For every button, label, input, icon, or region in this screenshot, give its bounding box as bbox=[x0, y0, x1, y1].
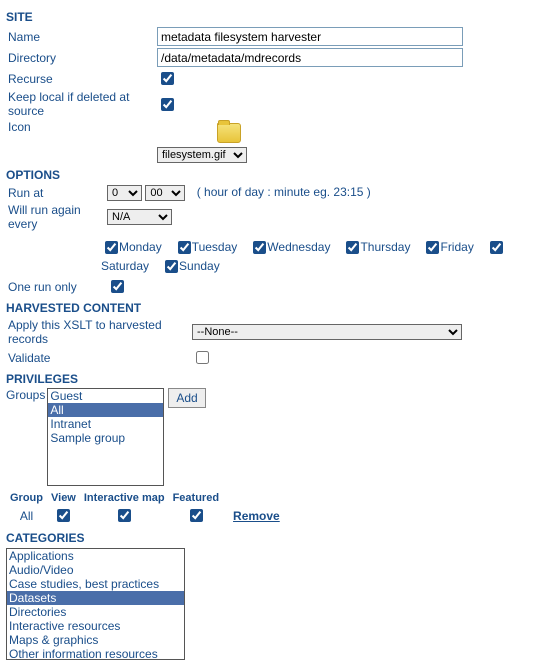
run-at-label: Run at bbox=[6, 184, 105, 202]
run-at-minute-select[interactable]: 00 bbox=[145, 185, 185, 201]
col-group: Group bbox=[6, 492, 47, 504]
list-item[interactable]: Maps & graphics bbox=[7, 633, 184, 647]
xslt-label: Apply this XSLT to harvested records bbox=[6, 317, 190, 347]
col-interactive: Interactive map bbox=[80, 492, 169, 504]
validate-checkbox[interactable] bbox=[196, 351, 209, 364]
validate-label: Validate bbox=[6, 347, 190, 368]
name-input[interactable] bbox=[157, 27, 463, 46]
day-monday-checkbox[interactable] bbox=[105, 241, 118, 254]
list-item[interactable]: Intranet bbox=[48, 417, 163, 431]
day-friday: Friday bbox=[422, 240, 473, 254]
folder-icon bbox=[217, 123, 241, 143]
remove-link[interactable]: Remove bbox=[233, 509, 280, 523]
list-item[interactable]: Interactive resources bbox=[7, 619, 184, 633]
list-item[interactable]: Datasets bbox=[7, 591, 184, 605]
col-featured: Featured bbox=[169, 492, 223, 504]
section-categories-header: CATEGORIES bbox=[6, 531, 552, 545]
list-item[interactable]: All bbox=[48, 403, 163, 417]
will-run-select[interactable]: N/A bbox=[107, 209, 172, 225]
icon-select[interactable]: filesystem.gif bbox=[157, 147, 247, 163]
recurse-label: Recurse bbox=[6, 68, 155, 89]
list-item[interactable]: Directories bbox=[7, 605, 184, 619]
categories-listbox[interactable]: ApplicationsAudio/VideoCase studies, bes… bbox=[6, 548, 185, 660]
site-form: Name Directory Recurse Keep local if del… bbox=[6, 26, 552, 164]
recurse-checkbox[interactable] bbox=[161, 72, 174, 85]
section-options-header: OPTIONS bbox=[6, 168, 552, 182]
section-site-header: SITE bbox=[6, 10, 552, 24]
one-run-label: One run only bbox=[6, 276, 105, 297]
run-at-hour-select[interactable]: 0 bbox=[107, 185, 142, 201]
name-label: Name bbox=[6, 26, 155, 47]
priv-featured-checkbox[interactable] bbox=[190, 509, 203, 522]
day-sunday-checkbox[interactable] bbox=[165, 260, 178, 273]
add-button[interactable]: Add bbox=[168, 388, 205, 408]
options-form: Run at 0 00 ( hour of day : minute eg. 2… bbox=[6, 184, 552, 232]
groups-listbox[interactable]: GuestAllIntranetSample group bbox=[47, 388, 164, 486]
icon-label: Icon bbox=[6, 119, 155, 164]
xslt-select[interactable]: --None-- bbox=[192, 324, 462, 340]
list-item[interactable]: Case studies, best practices bbox=[7, 577, 184, 591]
day-friday-checkbox[interactable] bbox=[426, 241, 439, 254]
keep-local-checkbox[interactable] bbox=[161, 98, 174, 111]
section-privileges-header: PRIVILEGES bbox=[6, 372, 552, 386]
day-tuesday-checkbox[interactable] bbox=[178, 241, 191, 254]
one-run-checkbox[interactable] bbox=[111, 280, 124, 293]
day-thursday: Thursday bbox=[342, 240, 410, 254]
list-item[interactable]: Sample group bbox=[48, 431, 163, 445]
day-sunday: Sunday bbox=[161, 259, 220, 273]
privileges-table: Group View Interactive map Featured All … bbox=[6, 492, 284, 527]
priv-row-group: All bbox=[6, 504, 47, 527]
day-thursday-checkbox[interactable] bbox=[346, 241, 359, 254]
day-tuesday: Tuesday bbox=[174, 240, 238, 254]
list-item[interactable]: Other information resources bbox=[7, 647, 184, 660]
priv-view-checkbox[interactable] bbox=[57, 509, 70, 522]
harvested-form: Apply this XSLT to harvested records --N… bbox=[6, 317, 552, 368]
days-row: MondayTuesdayWednesdayThursdayFridaySatu… bbox=[6, 238, 552, 276]
list-item[interactable]: Audio/Video bbox=[7, 563, 184, 577]
day-saturday-checkbox[interactable] bbox=[490, 241, 503, 254]
list-item[interactable]: Guest bbox=[48, 389, 163, 403]
directory-label: Directory bbox=[6, 47, 155, 68]
col-view: View bbox=[47, 492, 80, 504]
groups-label: Groups bbox=[6, 388, 45, 402]
day-wednesday: Wednesday bbox=[249, 240, 330, 254]
will-run-label: Will run again every bbox=[6, 202, 105, 232]
priv-interactive-checkbox[interactable] bbox=[118, 509, 131, 522]
run-at-hint: ( hour of day : minute eg. 23:15 ) bbox=[197, 185, 371, 199]
day-monday: Monday bbox=[101, 240, 162, 254]
keep-local-label: Keep local if deleted at source bbox=[6, 89, 155, 119]
section-harvested-header: HARVESTED CONTENT bbox=[6, 301, 552, 315]
list-item[interactable]: Applications bbox=[7, 549, 184, 563]
day-wednesday-checkbox[interactable] bbox=[253, 241, 266, 254]
directory-input[interactable] bbox=[157, 48, 463, 67]
